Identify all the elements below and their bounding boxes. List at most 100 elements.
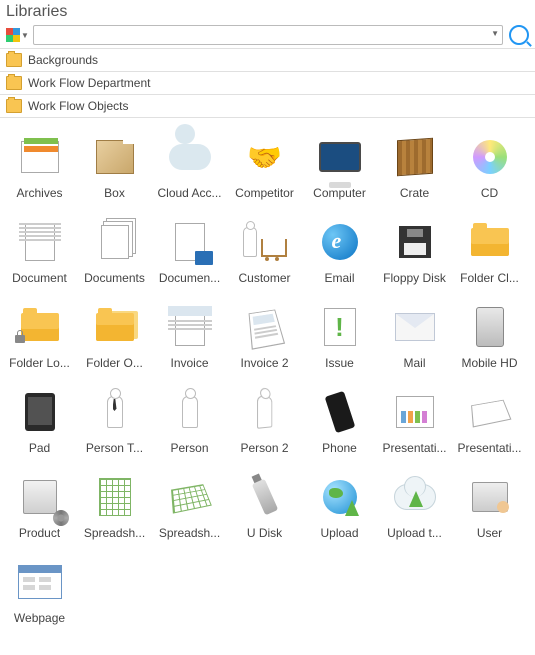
shape-label: Webpage: [14, 611, 65, 625]
shape-item[interactable]: ! Issue: [302, 296, 377, 381]
shape-item[interactable]: Person: [152, 381, 227, 466]
upload-icon: [315, 472, 365, 522]
issue-icon: !: [315, 302, 365, 352]
upload-cloud-icon: [390, 472, 440, 522]
shape-item[interactable]: Person 2: [227, 381, 302, 466]
search-wrap: ▼: [33, 25, 503, 45]
shape-label: Customer: [238, 271, 290, 285]
shape-label: Spreadsh...: [84, 526, 145, 540]
shape-item[interactable]: Upload: [302, 466, 377, 551]
document-icon: [15, 217, 65, 267]
shape-item[interactable]: Documen...: [152, 211, 227, 296]
invoice-icon: [165, 302, 215, 352]
color-theme-icon: [6, 28, 20, 42]
shape-item[interactable]: Email: [302, 211, 377, 296]
shape-item[interactable]: CD: [452, 126, 527, 211]
shape-item[interactable]: Mobile HD: [452, 296, 527, 381]
libraries-panel: Libraries ▼ ▼ Backgrounds Work Flow Depa…: [0, 0, 535, 655]
search-icon: [509, 25, 529, 45]
shape-item[interactable]: Folder Lo...: [2, 296, 77, 381]
shape-item[interactable]: Customer: [227, 211, 302, 296]
folder-icon: [6, 99, 22, 113]
folder-open-icon: [90, 302, 140, 352]
shape-label: Person T...: [86, 441, 143, 455]
spreadsheet-icon: [90, 472, 140, 522]
folder-icon: [6, 53, 22, 67]
shape-item[interactable]: Invoice: [152, 296, 227, 381]
shape-item[interactable]: Phone: [302, 381, 377, 466]
toolbar: ▼ ▼: [0, 21, 535, 49]
shape-item[interactable]: Pad: [2, 381, 77, 466]
shape-item[interactable]: Document: [2, 211, 77, 296]
document-folder-icon: [165, 217, 215, 267]
shape-item[interactable]: 🤝 Competitor: [227, 126, 302, 211]
cloud-account-icon: [165, 132, 215, 182]
shape-item[interactable]: Floppy Disk: [377, 211, 452, 296]
shape-item[interactable]: Spreadsh...: [77, 466, 152, 551]
search-input[interactable]: [33, 25, 503, 45]
shape-label: Document: [12, 271, 67, 285]
shape-item[interactable]: Cloud Acc...: [152, 126, 227, 211]
shape-item[interactable]: Person T...: [77, 381, 152, 466]
shape-item[interactable]: Box: [77, 126, 152, 211]
shape-item[interactable]: Webpage: [2, 551, 77, 636]
shape-item[interactable]: Product: [2, 466, 77, 551]
shape-item[interactable]: Computer: [302, 126, 377, 211]
shape-item[interactable]: Upload t...: [377, 466, 452, 551]
shape-item[interactable]: U Disk: [227, 466, 302, 551]
shape-item[interactable]: Presentati...: [452, 381, 527, 466]
shape-item[interactable]: Folder Cl...: [452, 211, 527, 296]
shape-label: Folder O...: [86, 356, 143, 370]
shape-label: Email: [324, 271, 354, 285]
floppy-disk-icon: [390, 217, 440, 267]
search-button[interactable]: [507, 25, 529, 45]
shape-label: Box: [104, 186, 125, 200]
shape-label: Mobile HD: [461, 356, 517, 370]
shape-item[interactable]: Mail: [377, 296, 452, 381]
shape-label: Archives: [16, 186, 62, 200]
shape-label: Issue: [325, 356, 354, 370]
shape-item[interactable]: User: [452, 466, 527, 551]
shape-item[interactable]: Crate: [377, 126, 452, 211]
shape-label: Pad: [29, 441, 50, 455]
shape-item[interactable]: Invoice 2: [227, 296, 302, 381]
competitor-icon: 🤝: [240, 132, 290, 182]
shape-label: Invoice: [170, 356, 208, 370]
shape-label: Documen...: [159, 271, 220, 285]
shape-item[interactable]: Folder O...: [77, 296, 152, 381]
panel-title: Libraries: [0, 0, 535, 21]
shape-item[interactable]: Documents: [77, 211, 152, 296]
shape-label: Cloud Acc...: [157, 186, 221, 200]
person-icon: [165, 387, 215, 437]
box-icon: [90, 132, 140, 182]
shape-label: Crate: [400, 186, 429, 200]
shape-label: Floppy Disk: [383, 271, 446, 285]
color-theme-button[interactable]: ▼: [6, 28, 29, 42]
spreadsheet-2-icon: [165, 472, 215, 522]
section-label: Work Flow Department: [28, 76, 150, 90]
email-icon: [315, 217, 365, 267]
section-backgrounds[interactable]: Backgrounds: [0, 48, 535, 72]
user-icon: [465, 472, 515, 522]
section-label: Backgrounds: [28, 53, 98, 67]
shape-item[interactable]: Presentati...: [377, 381, 452, 466]
phone-icon: [315, 387, 365, 437]
section-work-flow-objects[interactable]: Work Flow Objects: [0, 94, 535, 118]
shape-item[interactable]: Archives: [2, 126, 77, 211]
person-tie-icon: [90, 387, 140, 437]
folder-closed-icon: [465, 217, 515, 267]
shape-label: U Disk: [247, 526, 282, 540]
shape-label: User: [477, 526, 502, 540]
shape-label: CD: [481, 186, 498, 200]
shape-label: Invoice 2: [240, 356, 288, 370]
webpage-icon: [15, 557, 65, 607]
shape-label: Computer: [313, 186, 366, 200]
shape-label: Mail: [403, 356, 425, 370]
section-work-flow-department[interactable]: Work Flow Department: [0, 71, 535, 95]
person-2-icon: [240, 387, 290, 437]
shape-item[interactable]: Spreadsh...: [152, 466, 227, 551]
pad-icon: [15, 387, 65, 437]
folder-icon: [6, 76, 22, 90]
shape-label: Competitor: [235, 186, 294, 200]
shape-label: Upload: [320, 526, 358, 540]
